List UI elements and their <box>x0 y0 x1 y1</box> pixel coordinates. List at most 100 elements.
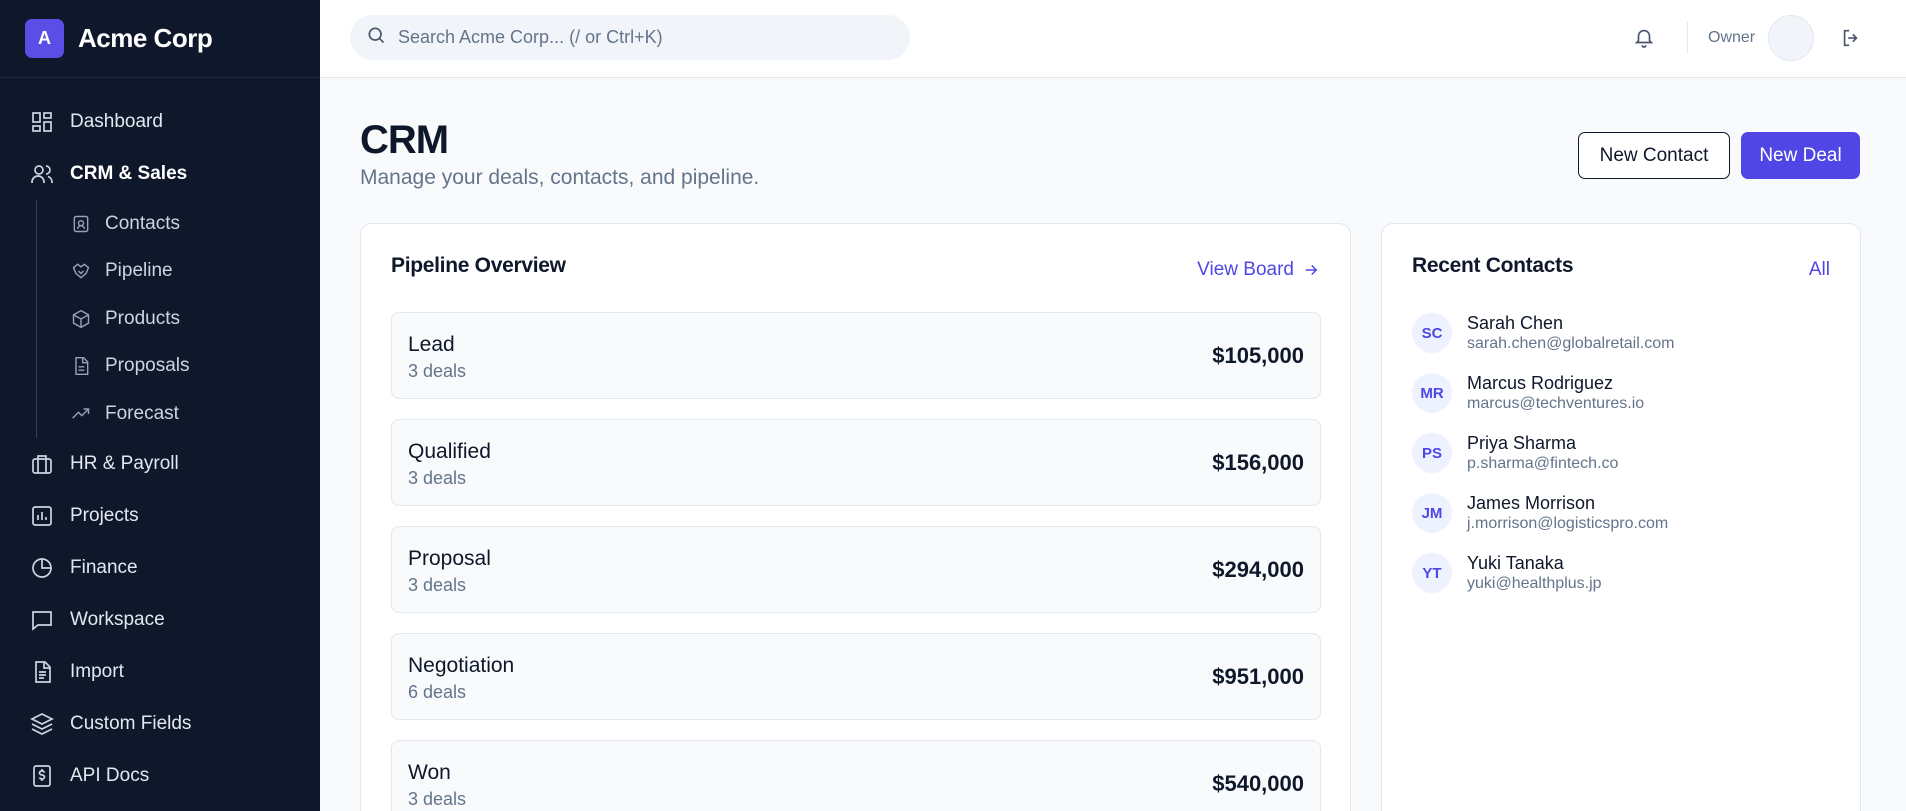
contact-email: sarah.chen@globalretail.com <box>1467 335 1675 352</box>
sidebar-item-label: Custom Fields <box>70 712 192 734</box>
subnav-item-pipeline[interactable]: Pipeline <box>37 248 320 296</box>
brand[interactable]: A Acme Corp <box>0 0 320 78</box>
stage-name: Proposal <box>408 547 491 570</box>
sidebar-item-hr-payroll[interactable]: HR & Payroll <box>0 438 320 490</box>
pipeline-overview-card: Pipeline Overview View Board Lead 3 deal… <box>360 223 1351 811</box>
stage-value: $156,000 <box>1212 450 1304 475</box>
contact-name: Sarah Chen <box>1467 313 1564 333</box>
sidebar-item-dashboard[interactable]: Dashboard <box>0 96 320 148</box>
users-icon <box>30 162 54 186</box>
trending-up-icon <box>71 404 91 424</box>
briefcase-icon <box>30 452 54 476</box>
crm-subnav: Contacts Pipeline Products Proposals For… <box>36 200 320 438</box>
subnav-item-label: Contacts <box>105 212 180 234</box>
view-board-link[interactable]: View Board <box>1197 259 1320 281</box>
stage-count: 3 deals <box>408 575 467 595</box>
stage-name: Won <box>408 761 451 784</box>
contact-name: Yuki Tanaka <box>1467 553 1564 573</box>
stage-count: 3 deals <box>408 468 467 488</box>
pipeline-stage-lead[interactable]: Lead 3 deals $105,000 <box>391 312 1321 399</box>
contact-item[interactable]: PS Priya Sharma p.sharma@fintech.co <box>1412 430 1832 476</box>
contact-item[interactable]: JM James Morrison j.morrison@logisticspr… <box>1412 490 1832 536</box>
pipeline-stage-won[interactable]: Won 3 deals $540,000 <box>391 740 1321 811</box>
contact-initials: YT <box>1412 553 1452 593</box>
subnav-item-proposals[interactable]: Proposals <box>37 343 320 391</box>
sidebar-item-crm-sales[interactable]: CRM & Sales <box>0 148 320 200</box>
stage-count: 3 deals <box>408 789 467 809</box>
sidebar: A Acme Corp Dashboard CRM & Sales Contac… <box>0 0 320 811</box>
subnav-item-label: Forecast <box>105 402 179 424</box>
chart-icon <box>30 504 54 528</box>
subnav-item-contacts[interactable]: Contacts <box>37 200 320 248</box>
document-icon <box>71 356 91 376</box>
stage-value: $294,000 <box>1212 557 1304 582</box>
logout-icon[interactable] <box>1840 27 1862 49</box>
layers-icon <box>30 712 54 736</box>
sidebar-item-finance[interactable]: Finance <box>0 542 320 594</box>
contact-initials: SC <box>1412 313 1452 353</box>
subnav-item-label: Products <box>105 307 180 329</box>
avatar[interactable] <box>1768 15 1814 61</box>
all-contacts-link[interactable]: All <box>1809 259 1830 281</box>
stage-count: 3 deals <box>408 361 467 381</box>
box-icon <box>71 309 91 329</box>
sidebar-item-projects[interactable]: Projects <box>0 490 320 542</box>
sidebar-item-label: Import <box>70 660 124 682</box>
sidebar-item-label: CRM & Sales <box>70 163 188 184</box>
contact-item[interactable]: MR Marcus Rodriguez marcus@techventures.… <box>1412 370 1832 416</box>
sidebar-item-label: Dashboard <box>70 111 163 132</box>
subnav-item-label: Proposals <box>105 355 190 377</box>
pipeline-stage-negotiation[interactable]: Negotiation 6 deals $951,000 <box>391 633 1321 720</box>
contact-card-icon <box>71 214 91 234</box>
subnav-item-forecast[interactable]: Forecast <box>37 390 320 438</box>
contact-item[interactable]: SC Sarah Chen sarah.chen@globalretail.co… <box>1412 310 1832 356</box>
sidebar-item-custom-fields[interactable]: Custom Fields <box>0 698 320 750</box>
sidebar-item-api-docs[interactable]: API Docs <box>0 750 320 802</box>
page-title: CRM <box>360 118 449 162</box>
contact-name: Priya Sharma <box>1467 433 1577 453</box>
search-input[interactable] <box>398 27 878 48</box>
recent-contacts-card: Recent Contacts All SC Sarah Chen sarah.… <box>1381 223 1861 811</box>
main-nav: Dashboard CRM & Sales Contacts Pipeline … <box>0 78 320 802</box>
contact-name: Marcus Rodriguez <box>1467 373 1614 393</box>
page-subtitle: Manage your deals, contacts, and pipelin… <box>360 166 760 189</box>
stage-name: Negotiation <box>408 654 515 677</box>
pipeline-stage-qualified[interactable]: Qualified 3 deals $156,000 <box>391 419 1321 506</box>
sidebar-item-workspace[interactable]: Workspace <box>0 594 320 646</box>
contact-initials: JM <box>1412 493 1452 533</box>
stage-value: $951,000 <box>1212 664 1304 689</box>
search-box[interactable] <box>350 15 910 60</box>
new-deal-button[interactable]: New Deal <box>1741 132 1860 179</box>
subnav-item-label: Pipeline <box>105 260 173 282</box>
stage-value: $105,000 <box>1212 343 1304 368</box>
contact-email: p.sharma@fintech.co <box>1467 455 1619 472</box>
contact-item[interactable]: YT Yuki Tanaka yuki@healthplus.jp <box>1412 550 1832 596</box>
pie-icon <box>30 556 54 580</box>
stage-count: 6 deals <box>408 682 467 702</box>
handshake-icon <box>71 261 91 281</box>
sidebar-item-label: Workspace <box>70 608 165 630</box>
stage-name: Qualified <box>408 440 491 463</box>
dollar-file-icon <box>30 764 54 788</box>
contact-initials: PS <box>1412 433 1452 473</box>
header-divider <box>1687 22 1688 54</box>
user-role: Owner <box>1708 29 1756 46</box>
pipeline-stage-proposal[interactable]: Proposal 3 deals $294,000 <box>391 526 1321 613</box>
bell-icon[interactable] <box>1633 26 1657 50</box>
brand-logo: A <box>25 19 64 58</box>
sidebar-item-label: HR & Payroll <box>70 452 179 474</box>
sidebar-item-label: Finance <box>70 556 138 578</box>
new-contact-button[interactable]: New Contact <box>1578 132 1730 179</box>
contact-initials: MR <box>1412 373 1452 413</box>
card-title: Pipeline Overview <box>391 254 566 277</box>
message-icon <box>30 608 54 632</box>
search-icon <box>366 25 386 50</box>
arrow-right-icon <box>1305 264 1318 276</box>
subnav-item-products[interactable]: Products <box>37 295 320 343</box>
sidebar-item-import[interactable]: Import <box>0 646 320 698</box>
grid-icon <box>30 110 54 134</box>
brand-name: Acme Corp <box>78 23 213 53</box>
contact-email: yuki@healthplus.jp <box>1467 575 1602 592</box>
sidebar-item-label: API Docs <box>70 764 150 786</box>
stage-name: Lead <box>408 333 455 356</box>
